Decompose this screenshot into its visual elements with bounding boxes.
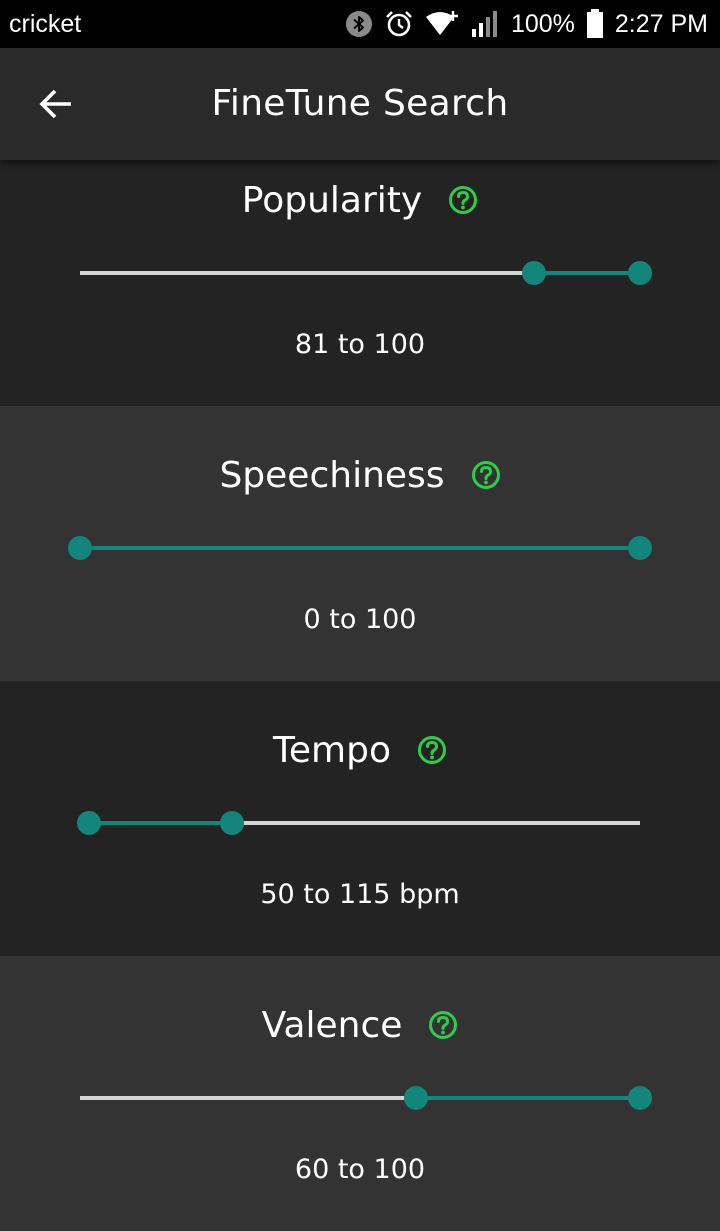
help-icon[interactable]: [428, 1010, 458, 1040]
signal-icon: [471, 11, 497, 37]
popularity-section: Popularity 81 to 100: [0, 131, 720, 406]
arrow-left-icon: [39, 89, 71, 119]
wifi-icon: [425, 11, 458, 35]
status-bar: cricket 100% 2:27 PM: [0, 0, 720, 48]
clock: 2:27 PM: [614, 9, 708, 38]
tempo-title: Tempo: [273, 729, 391, 771]
alarm-icon: [386, 11, 412, 37]
popularity-title: Popularity: [241, 179, 423, 221]
popularity-range-slider[interactable]: [80, 261, 652, 285]
battery-icon: [586, 9, 603, 38]
slider-max-handle[interactable]: [628, 1086, 652, 1110]
speechiness-title: Speechiness: [219, 454, 445, 496]
tempo-value-label: 50 to 115 bpm: [260, 879, 460, 910]
valence-header: Valence: [0, 1000, 720, 1050]
speechiness-header: Speechiness: [0, 450, 720, 500]
popularity-value-label: 81 to 100: [294, 329, 426, 360]
valence-value-label: 60 to 100: [294, 1154, 426, 1185]
slider-selected-range: [416, 1096, 640, 1100]
speechiness-value-label: 0 to 100: [303, 604, 417, 635]
battery-percent: 100%: [510, 9, 575, 38]
speechiness-range-slider[interactable]: [68, 536, 652, 560]
slider-selected-range: [80, 546, 640, 550]
tempo-section: Tempo 50 to 115 bpm: [0, 681, 720, 956]
slider-selected-range: [88, 821, 233, 825]
speechiness-section: Speechiness 0 to 100: [0, 406, 720, 681]
slider-min-handle[interactable]: [76, 811, 101, 835]
tempo-range-slider[interactable]: [76, 811, 640, 835]
tempo-header: Tempo: [0, 725, 720, 775]
slider-selected-range: [533, 271, 640, 275]
slider-max-handle[interactable]: [220, 811, 245, 835]
app-bar: FineTune Search: [0, 48, 720, 160]
help-icon[interactable]: [471, 460, 501, 490]
back-button[interactable]: [22, 70, 90, 138]
slider-min-handle[interactable]: [521, 261, 546, 285]
help-icon[interactable]: [448, 185, 478, 215]
carrier-label: cricket: [9, 9, 82, 38]
slider-max-handle[interactable]: [628, 536, 652, 560]
valence-range-slider[interactable]: [80, 1086, 652, 1110]
slider-min-handle[interactable]: [404, 1086, 428, 1110]
valence-section: Valence 60 to 100: [0, 956, 720, 1231]
bluetooth-icon: [345, 11, 372, 37]
help-icon[interactable]: [417, 735, 447, 765]
page-title: FineTune Search: [211, 83, 509, 124]
popularity-header: Popularity: [0, 175, 720, 225]
status-icons: 100% 2:27 PM: [345, 9, 708, 39]
valence-title: Valence: [261, 1004, 403, 1046]
slider-min-handle[interactable]: [68, 536, 92, 560]
slider-max-handle[interactable]: [628, 261, 652, 285]
